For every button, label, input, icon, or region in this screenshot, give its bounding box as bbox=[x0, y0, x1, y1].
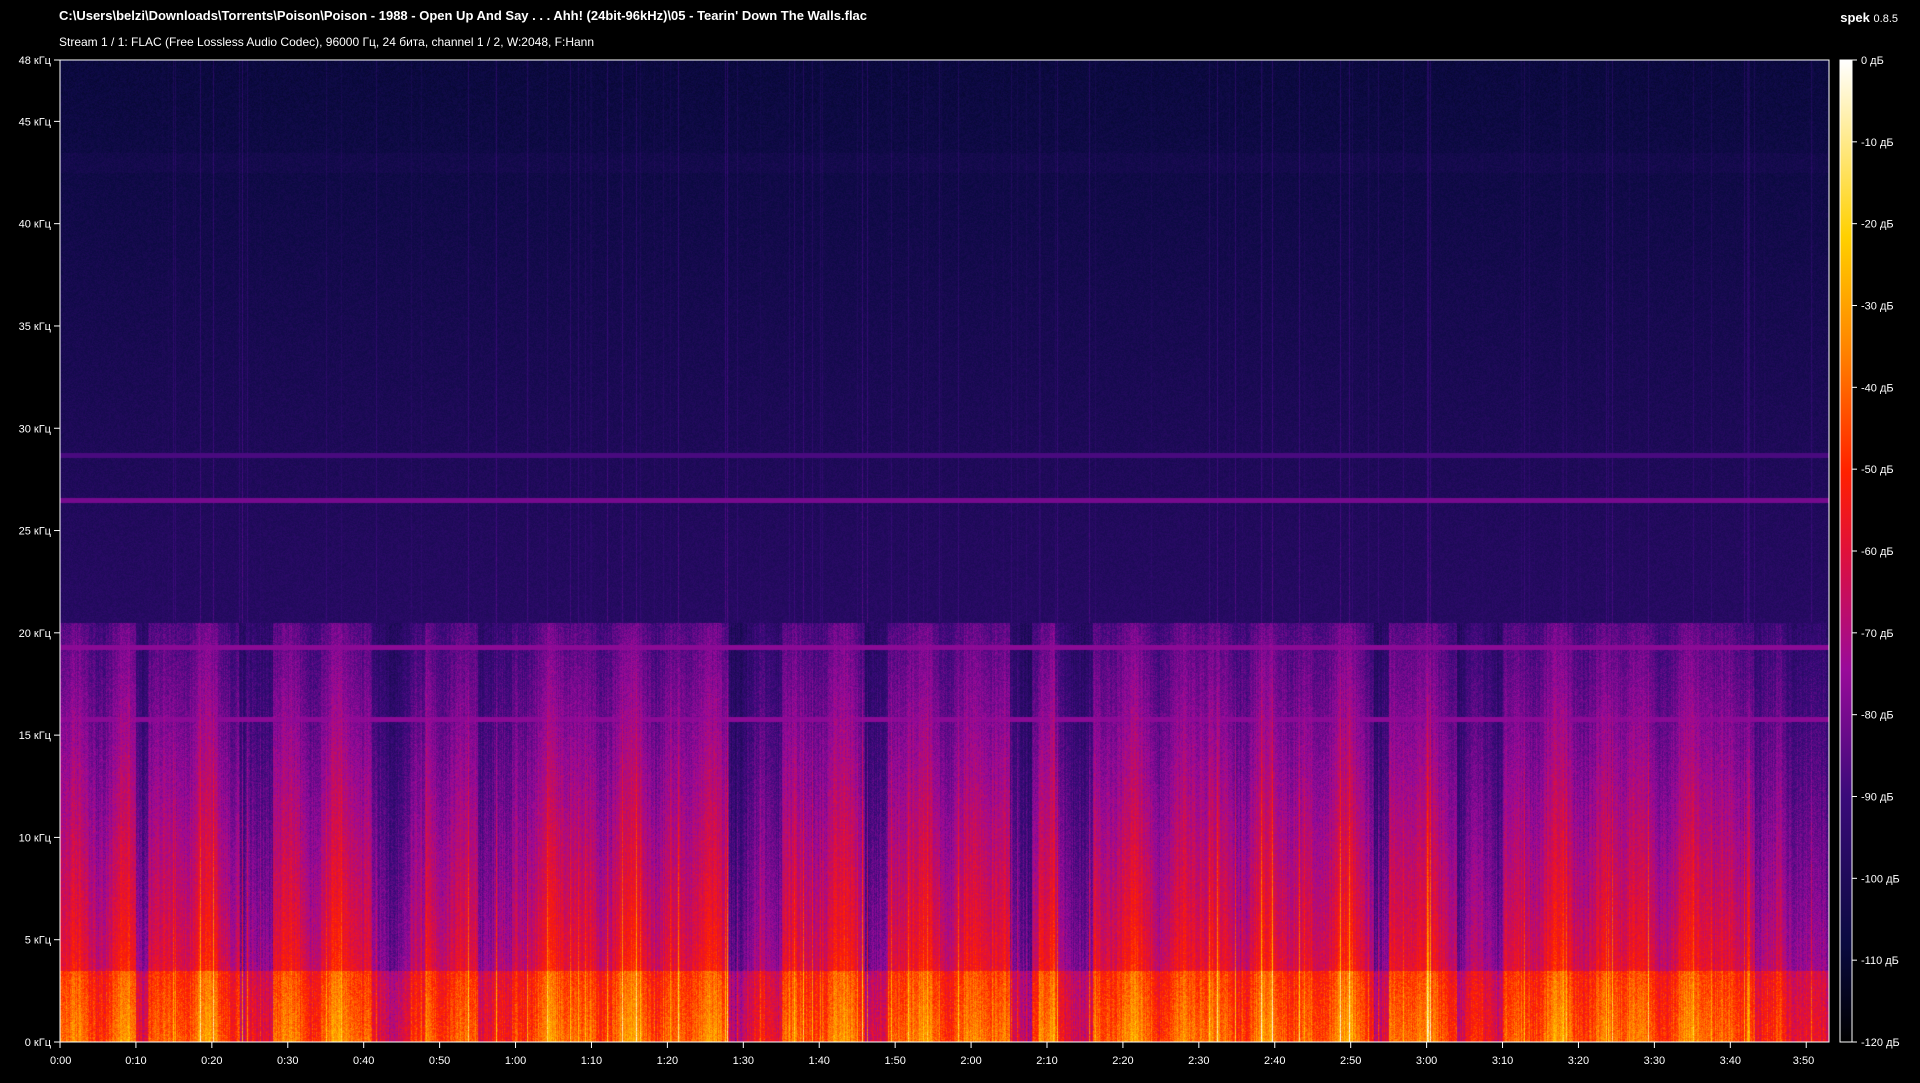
color-tick-label: -20 дБ bbox=[1861, 219, 1894, 231]
color-tick-label: -60 дБ bbox=[1861, 546, 1894, 558]
x-tick-label: 0:40 bbox=[353, 1055, 374, 1067]
x-tick-label: 1:40 bbox=[809, 1055, 830, 1067]
spectrogram-heatmap bbox=[60, 60, 1829, 1042]
y-tick-label: 5 кГц bbox=[25, 935, 52, 947]
x-tick-label: 0:30 bbox=[277, 1055, 298, 1067]
color-tick-label: -10 дБ bbox=[1861, 137, 1894, 149]
color-scale-bar bbox=[1839, 59, 1853, 1043]
y-tick-label: 30 кГц bbox=[19, 423, 52, 435]
x-axis: 0:00 0:10 0:20 0:30 0:40 0:50 1:00 1:10 1:20 1:30… bbox=[50, 1042, 1814, 1067]
color-tick-label: -70 дБ bbox=[1861, 628, 1894, 640]
x-tick-label: 2:30 bbox=[1188, 1055, 1209, 1067]
x-tick-label: 1:10 bbox=[581, 1055, 602, 1067]
x-tick-label: 1:50 bbox=[884, 1055, 905, 1067]
x-tick-label: 0:00 bbox=[50, 1055, 71, 1067]
x-tick-label: 3:30 bbox=[1644, 1055, 1665, 1067]
y-tick-label: 15 кГц bbox=[19, 730, 52, 742]
x-tick-label: 0:50 bbox=[429, 1055, 450, 1067]
color-tick-label: 0 дБ bbox=[1861, 55, 1884, 67]
spectrogram-chart: 0 кГц 5 кГц 10 кГц 15 кГц 20 кГц 25 кГц 30 кГц… bbox=[19, 55, 1900, 1067]
x-tick-label: 1:30 bbox=[733, 1055, 754, 1067]
x-tick-label: 3:50 bbox=[1793, 1055, 1814, 1067]
color-tick-label: -100 дБ bbox=[1861, 873, 1900, 885]
y-tick-label: 25 кГц bbox=[19, 526, 52, 538]
x-tick-label: 1:20 bbox=[657, 1055, 678, 1067]
x-tick-label: 2:40 bbox=[1264, 1055, 1285, 1067]
x-tick-label: 0:20 bbox=[201, 1055, 222, 1067]
x-tick-label: 2:10 bbox=[1036, 1055, 1057, 1067]
y-tick-label: 10 кГц bbox=[19, 832, 52, 844]
x-tick-label: 2:20 bbox=[1112, 1055, 1133, 1067]
color-tick-label: -30 дБ bbox=[1861, 301, 1894, 313]
color-tick-label: -50 дБ bbox=[1861, 464, 1894, 476]
y-tick-label: 35 кГц bbox=[19, 321, 52, 333]
x-tick-label: 2:50 bbox=[1340, 1055, 1361, 1067]
y-tick-label: 48 кГц bbox=[19, 55, 52, 67]
spectrogram-window: C:\Users\belzi\Downloads\Torrents\Poison… bbox=[0, 0, 1920, 1083]
y-tick-label: 0 кГц bbox=[25, 1037, 52, 1049]
x-tick-label: 3:20 bbox=[1568, 1055, 1589, 1067]
color-tick-label: -80 дБ bbox=[1861, 710, 1894, 722]
color-tick-label: -40 дБ bbox=[1861, 382, 1894, 394]
x-tick-label: 3:40 bbox=[1720, 1055, 1741, 1067]
x-tick-label: 0:10 bbox=[125, 1055, 146, 1067]
x-tick-label: 3:10 bbox=[1492, 1055, 1513, 1067]
x-tick-label: 2:00 bbox=[960, 1055, 981, 1067]
color-tick-label: -110 дБ bbox=[1861, 955, 1899, 967]
y-tick-label: 20 кГц bbox=[19, 628, 52, 640]
x-tick-label: 3:00 bbox=[1416, 1055, 1437, 1067]
x-tick-label: 1:00 bbox=[505, 1055, 526, 1067]
y-tick-label: 45 кГц bbox=[19, 116, 52, 128]
y-tick-label: 40 кГц bbox=[19, 219, 52, 231]
color-scale-axis: 0 дБ -10 дБ -20 дБ -30 дБ -40 дБ -50 дБ -60 дБ… bbox=[1852, 55, 1900, 1049]
color-tick-label: -90 дБ bbox=[1861, 792, 1894, 804]
y-axis: 0 кГц 5 кГц 10 кГц 15 кГц 20 кГц 25 кГц 30 кГц… bbox=[19, 55, 60, 1049]
color-tick-label: -120 дБ bbox=[1861, 1037, 1900, 1049]
